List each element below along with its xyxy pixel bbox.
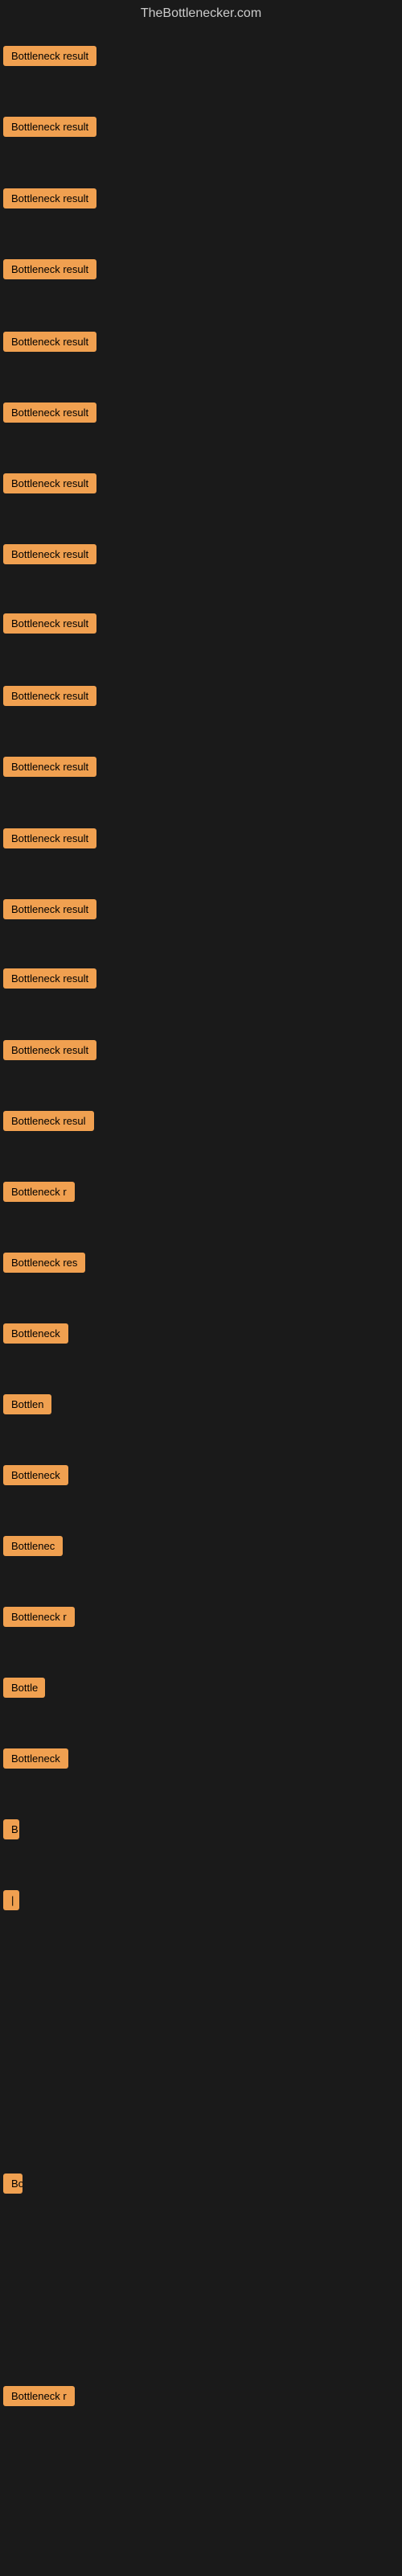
bottleneck-badge[interactable]: Bottleneck res [3,1253,85,1273]
bottleneck-item: Bottleneck [3,1748,68,1773]
bottleneck-item: Bottleneck r [3,2386,75,2410]
bottleneck-badge[interactable]: Bottleneck r [3,1182,75,1202]
bottleneck-badge[interactable]: Bottleneck result [3,968,96,989]
bottleneck-item: Bottlenec [3,1536,63,1560]
bottleneck-badge[interactable]: Bottleneck [3,1323,68,1344]
bottleneck-item: Bo [3,2174,23,2198]
bottleneck-badge[interactable]: Bottleneck result [3,402,96,423]
bottleneck-item: Bottleneck result [3,402,96,427]
bottleneck-item: Bottleneck result [3,332,96,356]
bottleneck-item: Bottleneck result [3,46,96,70]
bottleneck-badge[interactable]: Bottleneck result [3,1040,96,1060]
bottleneck-badge[interactable]: Bottleneck result [3,188,96,208]
bottleneck-item: Bottleneck resul [3,1111,94,1135]
bottleneck-item: Bottle [3,1678,45,1702]
bottleneck-item: Bottleneck result [3,613,96,638]
bottleneck-badge[interactable]: Bottleneck result [3,332,96,352]
bottleneck-badge[interactable]: Bo [3,2174,23,2194]
bottleneck-badge[interactable]: | [3,1890,19,1910]
bottleneck-badge[interactable]: Bottleneck result [3,117,96,137]
bottleneck-badge[interactable]: Bottleneck result [3,544,96,564]
bottleneck-item: Bottleneck result [3,259,96,283]
bottleneck-item: Bottleneck [3,1465,68,1489]
bottleneck-item: Bottleneck result [3,1040,96,1064]
bottleneck-item: B [3,1819,19,1843]
bottleneck-item: Bottleneck result [3,828,96,852]
bottleneck-badge[interactable]: Bottlenec [3,1536,63,1556]
bottleneck-item: Bottleneck result [3,544,96,568]
bottleneck-badge[interactable]: Bottleneck result [3,899,96,919]
bottleneck-badge[interactable]: Bottleneck r [3,2386,75,2406]
bottleneck-item: Bottleneck result [3,968,96,993]
bottleneck-badge[interactable]: B [3,1819,19,1839]
bottleneck-badge[interactable]: Bottlen [3,1394,51,1414]
bottleneck-item: Bottlen [3,1394,51,1418]
bottleneck-badge[interactable]: Bottleneck [3,1748,68,1769]
bottleneck-item: Bottleneck r [3,1182,75,1206]
bottleneck-badge[interactable]: Bottleneck result [3,613,96,634]
bottleneck-badge[interactable]: Bottleneck result [3,473,96,493]
bottleneck-badge[interactable]: Bottleneck result [3,828,96,848]
bottleneck-badge[interactable]: Bottleneck r [3,1607,75,1627]
bottleneck-badge[interactable]: Bottleneck result [3,46,96,66]
bottleneck-badge[interactable]: Bottle [3,1678,45,1698]
bottleneck-item: Bottleneck result [3,757,96,781]
bottleneck-item: Bottleneck [3,1323,68,1348]
bottleneck-item: | [3,1890,19,1914]
bottleneck-item: Bottleneck result [3,473,96,497]
bottleneck-item: Bottleneck result [3,188,96,213]
bottleneck-item: Bottleneck r [3,1607,75,1631]
bottleneck-badge[interactable]: Bottleneck result [3,259,96,279]
bottleneck-item: Bottleneck result [3,686,96,710]
site-title: TheBottlenecker.com [0,0,402,31]
bottleneck-badge[interactable]: Bottleneck result [3,757,96,777]
bottleneck-badge[interactable]: Bottleneck resul [3,1111,94,1131]
bottleneck-item: Bottleneck result [3,117,96,141]
bottleneck-badge[interactable]: Bottleneck [3,1465,68,1485]
bottleneck-item: Bottleneck res [3,1253,85,1277]
bottleneck-item: Bottleneck result [3,899,96,923]
bottleneck-badge[interactable]: Bottleneck result [3,686,96,706]
